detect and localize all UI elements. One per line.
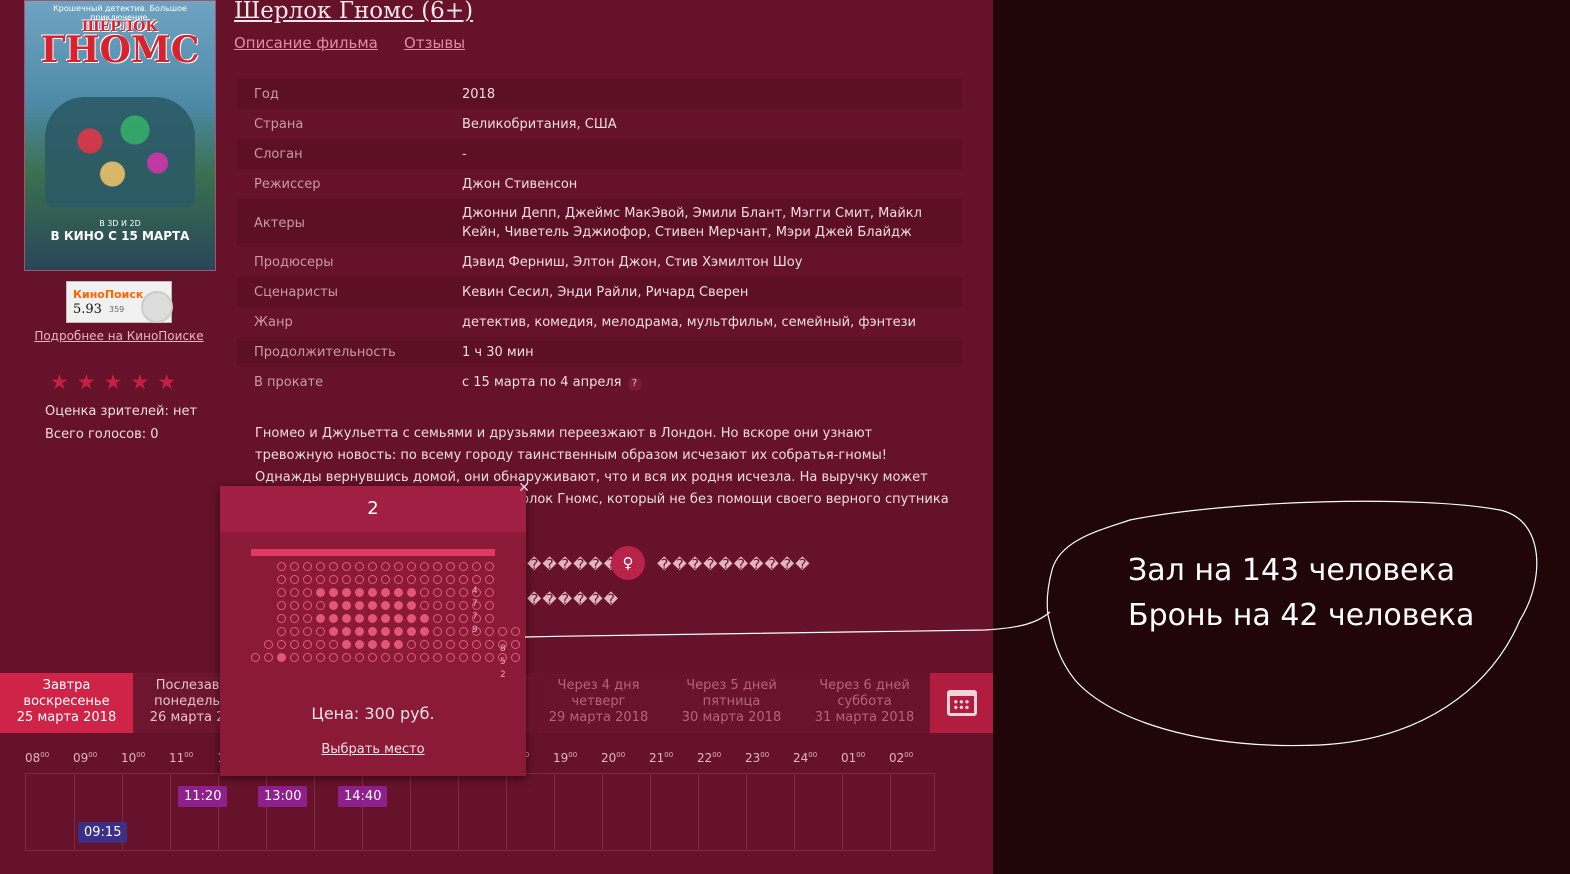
annotation-text: Зал на 143 человека Бронь на 42 человека: [1128, 548, 1474, 638]
annotation-bubble: [524, 500, 1538, 747]
annotation-line-1: Зал на 143 человека: [1128, 553, 1456, 588]
annotation-line-2: Бронь на 42 человека: [1128, 598, 1475, 633]
